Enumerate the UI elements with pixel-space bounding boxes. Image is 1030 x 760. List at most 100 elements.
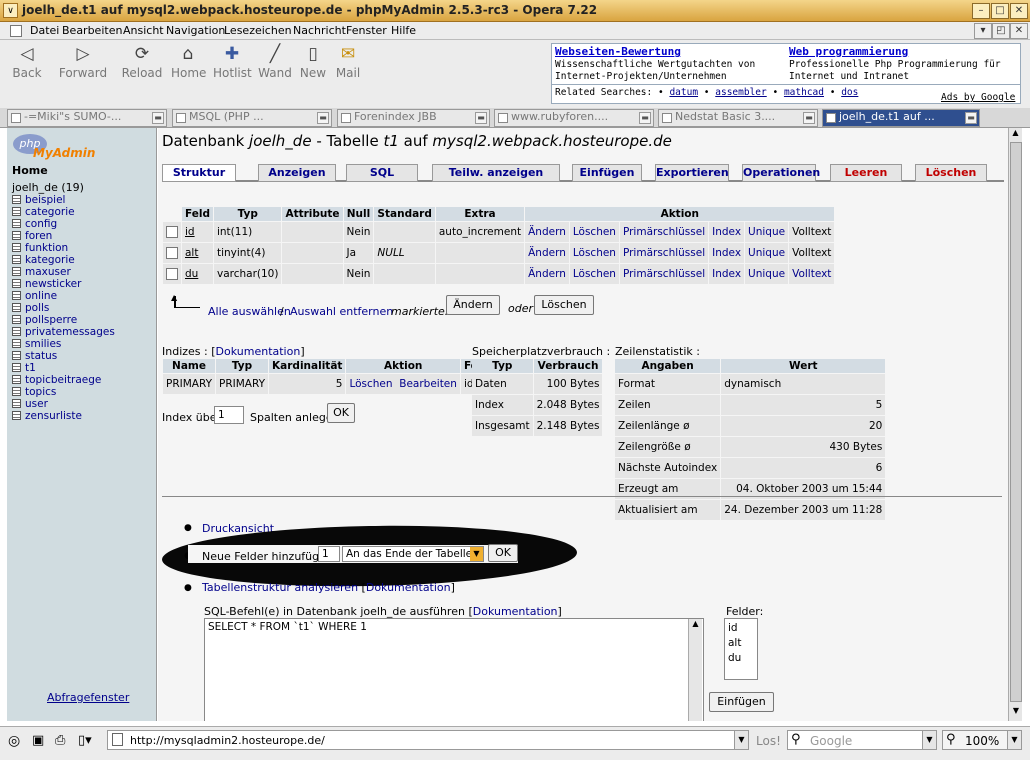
action-0[interactable]: Ändern <box>528 226 566 238</box>
camera-icon[interactable]: ▣ <box>32 733 44 748</box>
url-field[interactable]: http://mysqladmin2.hosteurope.de/ ▼ <box>107 730 749 750</box>
menu-datei[interactable]: Datei <box>30 24 59 37</box>
sidebar-table-pollsperre[interactable]: pollsperre <box>12 314 77 326</box>
back-button[interactable]: ◁ Back <box>10 44 44 80</box>
close-button[interactable]: ✕ <box>1010 3 1028 19</box>
sidebar-table-online[interactable]: online <box>12 290 57 302</box>
menu-ansicht[interactable]: Ansicht <box>123 24 164 37</box>
sidebar-table-config[interactable]: config <box>12 218 57 230</box>
action-4[interactable]: Unique <box>748 226 785 238</box>
tab-loeschen[interactable]: Löschen <box>915 164 987 182</box>
field-option-id[interactable]: id <box>728 621 754 636</box>
add-fields-ok-button-visible[interactable]: OK <box>488 544 518 562</box>
sidebar-table-zensurliste[interactable]: zensurliste <box>12 410 82 422</box>
row-checkbox[interactable] <box>166 268 178 280</box>
tab-teilw-anzeigen[interactable]: Teilw. anzeigen <box>432 164 560 182</box>
chevron-down-icon[interactable]: ▼ <box>734 731 748 749</box>
index-ok-button[interactable]: OK <box>327 403 355 423</box>
close-page-icon[interactable]: ✕ <box>1010 23 1028 39</box>
tab-close-icon[interactable]: ▬ <box>152 112 164 124</box>
tab-operationen[interactable]: Operationen <box>742 164 820 182</box>
action-3[interactable]: Index <box>712 268 741 280</box>
related-datum[interactable]: datum <box>669 87 698 98</box>
hotlist-button[interactable]: ✚ Hotlist <box>213 44 252 80</box>
restore-icon[interactable]: ◰ <box>992 23 1010 39</box>
panel-icon[interactable]: ◎ <box>8 733 20 749</box>
tab-close-icon[interactable]: ▬ <box>965 112 977 124</box>
sidebar-table-kategorie[interactable]: kategorie <box>12 254 75 266</box>
action-2[interactable]: Primärschlüssel <box>623 268 705 280</box>
tab-close-icon[interactable]: ▬ <box>317 112 329 124</box>
wand-button[interactable]: ╱ Wand <box>258 44 292 80</box>
field-option-du[interactable]: du <box>728 651 754 666</box>
tab-forenindex[interactable]: Forenindex JBB ▬ <box>337 109 490 127</box>
menu-bearbeiten[interactable]: Bearbeiten <box>62 24 122 37</box>
scroll-thumb[interactable] <box>1010 142 1022 702</box>
menu-navigation[interactable]: Navigation <box>166 24 225 37</box>
dropdown-arrow-icon[interactable]: ▼ <box>470 547 483 561</box>
action-1[interactable]: Löschen <box>573 226 616 238</box>
tab-miki[interactable]: -=Miki"s SUMO-... ▬ <box>7 109 167 127</box>
new-button[interactable]: ▯ New <box>298 44 328 80</box>
sidebar-db[interactable]: joelh_de (19) <box>12 181 84 194</box>
index-columns-input[interactable]: 1 <box>214 406 244 424</box>
forward-button[interactable]: ▷ Forward <box>58 44 108 80</box>
action-3[interactable]: Index <box>712 226 741 238</box>
sidebar-table-foren[interactable]: foren <box>12 230 52 242</box>
query-window-link[interactable]: Abfragefenster <box>47 691 129 704</box>
delete-selected-button[interactable]: Löschen <box>534 295 594 315</box>
window-menu-icon[interactable]: ∨ <box>3 3 18 18</box>
tab-nedstat[interactable]: Nedstat Basic 3.... ▬ <box>658 109 818 127</box>
ads-by-google[interactable]: Ads by Google <box>941 92 1015 103</box>
add-fields-count-input-visible[interactable]: 1 <box>318 546 340 562</box>
print-icon[interactable]: ⎙ <box>55 733 65 748</box>
sql-doc-link[interactable]: Dokumentation <box>473 605 558 618</box>
select-all-link[interactable]: Alle auswählen <box>208 305 291 318</box>
sidebar-table-topicbeitraege[interactable]: topicbeitraege <box>12 374 101 386</box>
tab-close-icon[interactable]: ▬ <box>803 112 815 124</box>
menu-lesezeichen[interactable]: Lesezeichen <box>224 24 292 37</box>
maximize-button[interactable]: □ <box>991 3 1009 19</box>
row-checkbox[interactable] <box>166 247 178 259</box>
action-5[interactable]: Volltext <box>792 268 831 280</box>
zoom-control[interactable]: ⚲ 100% ▼ <box>942 730 1022 750</box>
menu-fenster[interactable]: Fenster <box>346 24 387 37</box>
home-button[interactable]: ⌂ Home <box>171 44 206 80</box>
sidebar-table-topics[interactable]: topics <box>12 386 56 398</box>
tab-einfuegen[interactable]: Einfügen <box>572 164 642 182</box>
action-2[interactable]: Primärschlüssel <box>623 247 705 259</box>
action-0[interactable]: Ändern <box>528 247 566 259</box>
sidebar-table-user[interactable]: user <box>12 398 48 410</box>
chevron-down-icon[interactable]: ▼ <box>922 731 936 749</box>
go-button[interactable]: Los! <box>756 734 781 748</box>
action-1[interactable]: Löschen <box>573 247 616 259</box>
sidebar-table-t1[interactable]: t1 <box>12 362 36 374</box>
sidebar-table-polls[interactable]: polls <box>12 302 49 314</box>
index-delete-link[interactable]: Löschen <box>349 378 392 390</box>
tab-exportieren[interactable]: Exportieren <box>655 164 729 182</box>
new-page-icon[interactable]: ▯▾ <box>78 733 92 748</box>
mail-button[interactable]: ✉ Mail <box>333 44 363 80</box>
tab-struktur[interactable]: Struktur <box>162 164 236 182</box>
sidebar-table-beispiel[interactable]: beispiel <box>12 194 65 206</box>
sidebar-table-newsticker[interactable]: newsticker <box>12 278 81 290</box>
sidebar-table-categorie[interactable]: categorie <box>12 206 75 218</box>
sidebar-home[interactable]: Home <box>12 164 48 177</box>
indices-doc-link[interactable]: Dokumentation <box>216 345 301 358</box>
analyze-structure-link[interactable]: Tabellenstruktur analysieren <box>202 581 358 594</box>
tab-close-icon[interactable]: ▬ <box>475 112 487 124</box>
tab-leeren[interactable]: Leeren <box>830 164 902 182</box>
action-4[interactable]: Unique <box>748 268 785 280</box>
sql-scrollbar[interactable]: ▲ <box>688 619 702 721</box>
minimize-button[interactable]: – <box>972 3 990 19</box>
action-5[interactable]: Volltext <box>792 247 831 259</box>
tab-anzeigen[interactable]: Anzeigen <box>258 164 336 182</box>
tab-close-icon[interactable]: ▬ <box>639 112 651 124</box>
action-5[interactable]: Volltext <box>792 226 831 238</box>
ad-link-2[interactable]: Web programmierung <box>789 45 908 58</box>
related-dos[interactable]: dos <box>841 87 858 98</box>
action-0[interactable]: Ändern <box>528 268 566 280</box>
related-assembler[interactable]: assembler <box>715 87 766 98</box>
chevron-down-icon[interactable]: ▾ <box>974 23 992 39</box>
action-3[interactable]: Index <box>712 247 741 259</box>
